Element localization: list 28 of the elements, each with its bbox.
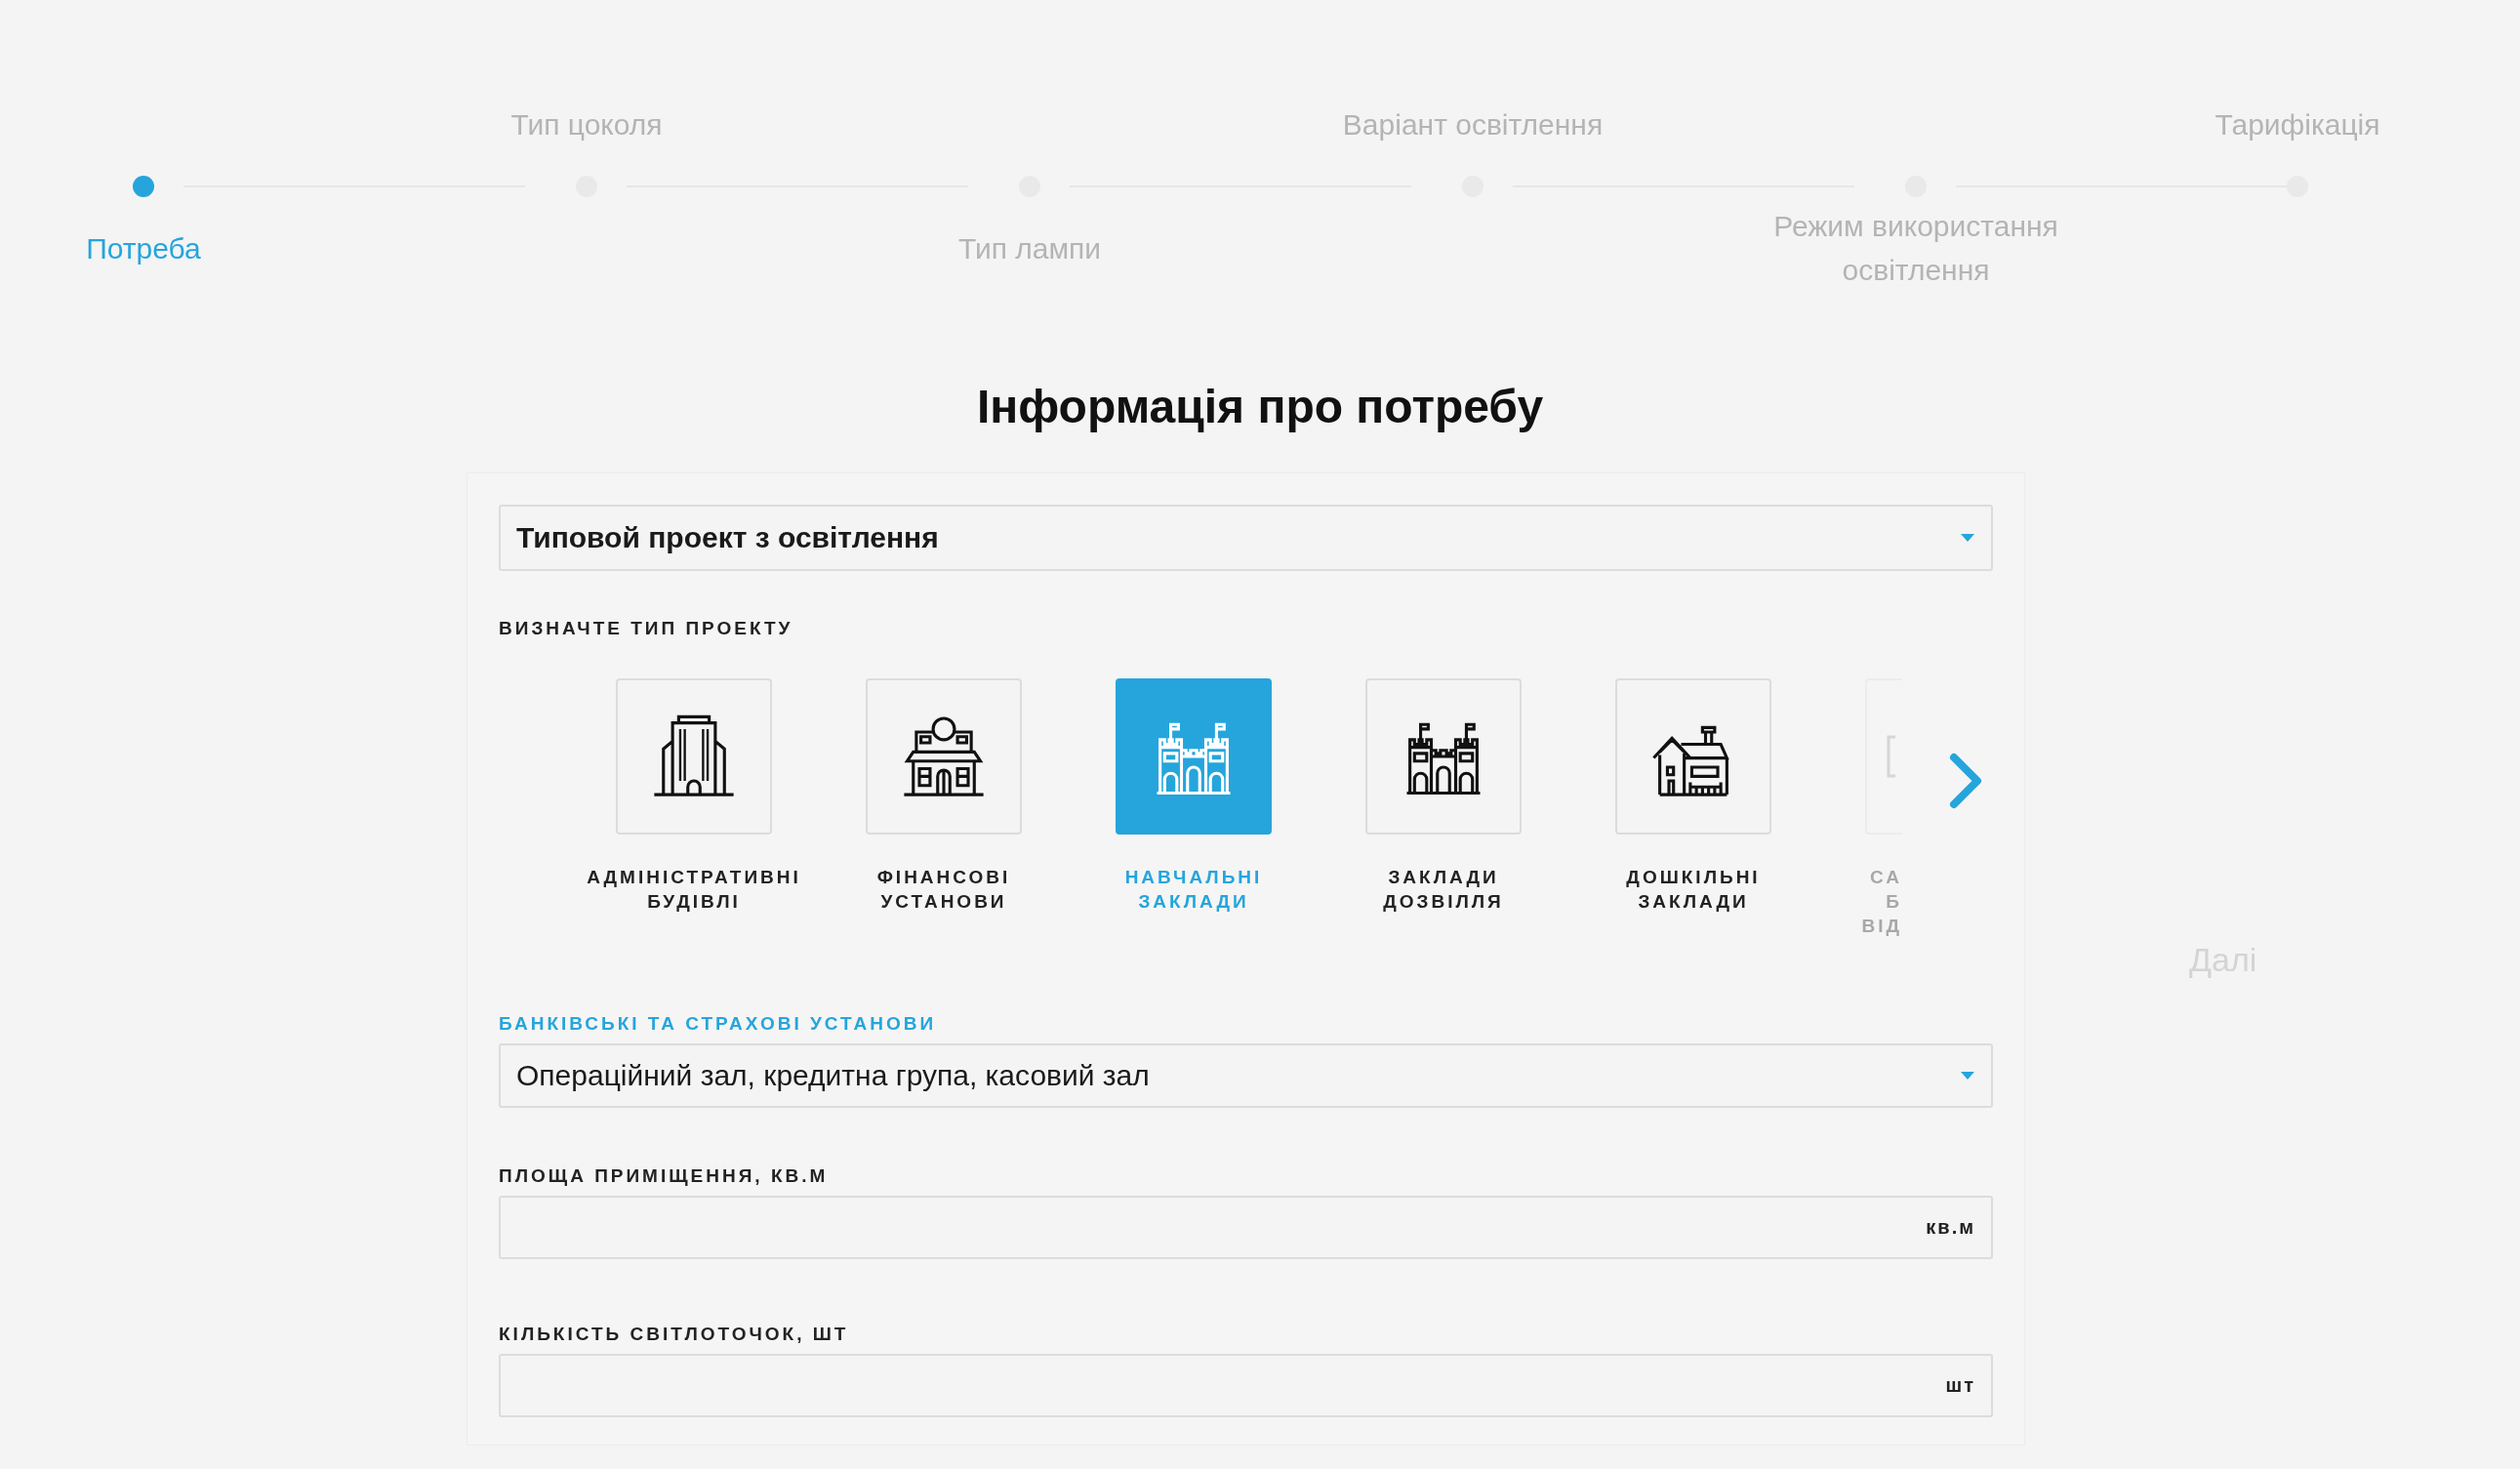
unit-label: шт bbox=[1945, 1374, 1975, 1397]
field-label: КІЛЬКІСТЬ СВІТЛОТОЧОК, ШТ bbox=[499, 1323, 850, 1346]
section-label: ВИЗНАЧТЕ ТИП ПРОЕКТУ bbox=[499, 617, 794, 640]
step-label[interactable]: Тарифікація bbox=[2215, 102, 2380, 146]
page-title: Інформація про потребу bbox=[975, 380, 1545, 434]
category-select[interactable]: Операційний зал, кредитна група, касовий зал bbox=[499, 1043, 1993, 1108]
step-label[interactable]: Тип лампи bbox=[957, 225, 1102, 270]
chevron-right-icon[interactable] bbox=[1948, 752, 1983, 810]
dropdown-caret-icon bbox=[1960, 533, 1975, 543]
step-label[interactable]: Варіант освітлення bbox=[1342, 102, 1604, 146]
step-label[interactable]: Режим використання освітлення bbox=[1755, 204, 2077, 292]
bracket-icon bbox=[1887, 735, 1896, 778]
card-label: ДОШКІЛЬНІ ЗАКЛАДИ bbox=[1626, 866, 1761, 914]
step-dot[interactable] bbox=[133, 176, 154, 197]
input-field[interactable]: кв.м bbox=[499, 1196, 1993, 1259]
card-label: ФІНАНСОВІ УСТАНОВИ bbox=[876, 866, 1011, 914]
category-label: БАНКІВСЬКІ ТА СТРАХОВІ УСТАНОВИ bbox=[499, 1012, 938, 1036]
card-label: АДМІНІСТРАТИВНІ БУДІВЛІ bbox=[587, 866, 801, 914]
project-select[interactable]: Типовой проект з освітлення bbox=[499, 505, 1993, 571]
field-label: ПЛОЩА ПРИМІЩЕННЯ, КВ.М bbox=[499, 1164, 830, 1188]
step-label[interactable]: Тип цоколя bbox=[510, 102, 663, 146]
card-label: НАВЧАЛЬНІ ЗАКЛАДИ bbox=[1124, 866, 1263, 914]
dropdown-caret-icon bbox=[1960, 1071, 1975, 1081]
unit-label: кв.м bbox=[1926, 1216, 1975, 1239]
step-label[interactable]: Потреба bbox=[86, 225, 201, 270]
card-label: ЗАКЛАДИ ДОЗВІЛЛЯ bbox=[1383, 866, 1504, 914]
input-field[interactable]: шт bbox=[499, 1354, 1993, 1417]
card-label: СА Б ВІД bbox=[1861, 866, 1902, 938]
